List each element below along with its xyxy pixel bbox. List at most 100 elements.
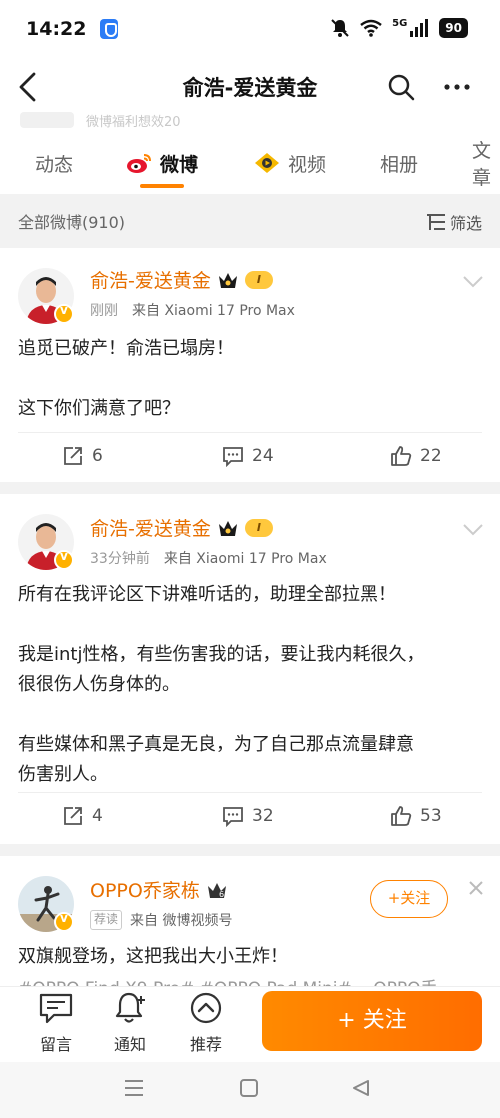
tab-dongtai[interactable]: 动态: [35, 134, 73, 192]
tab-video[interactable]: 视频: [254, 134, 326, 192]
post-time: 刚刚: [90, 303, 118, 319]
search-button[interactable]: [386, 72, 416, 102]
filter-label: 筛选: [449, 214, 482, 233]
like-button[interactable]: 22: [390, 445, 442, 467]
comment-icon: [223, 807, 243, 827]
recommended-post[interactable]: OPPO乔家栋 6 荐读 来自 微博视频号 +关注 双旗舰登场，这把我出大小王炸…: [0, 856, 500, 986]
post-menu-button[interactable]: [462, 274, 484, 288]
scrolled-profile-info: 微博福利想效20: [20, 110, 181, 130]
post-hashtags[interactable]: #OPPO Find X9 Pro# #OPPO Pad Mini# ▭OPPO…: [18, 974, 438, 986]
status-bar: 14:22 5G 90: [0, 0, 500, 58]
more-button[interactable]: [442, 72, 472, 102]
tab-label: 微博: [160, 153, 199, 176]
more-dots-icon: [444, 84, 470, 90]
share-icon: [64, 447, 82, 465]
recommend-label: 推荐: [189, 1035, 222, 1054]
post-source: 来自 Xiaomi 17 Pro Max: [163, 551, 327, 567]
tab-album[interactable]: 相册: [380, 134, 418, 192]
message-button[interactable]: 留言: [26, 991, 86, 1055]
comment-button[interactable]: 32: [222, 805, 274, 827]
tab-label: 视频: [288, 153, 327, 176]
crown-icon: [218, 272, 237, 288]
author-row: 俞浩-爱送黄金 I: [90, 514, 273, 541]
post-time: 33分钟前: [90, 551, 150, 567]
divider: [18, 432, 482, 433]
status-time: 14:22: [26, 18, 87, 40]
post-actions: 6 24 22: [0, 436, 500, 476]
post-line: [18, 700, 482, 730]
weibo-post[interactable]: 俞浩-爱送黄金 I 刚刚 来自 Xiaomi 17 Pro Max 追觅已破产！…: [0, 248, 500, 482]
home-button[interactable]: [240, 1079, 258, 1097]
share-icon: [64, 807, 82, 825]
share-button[interactable]: 6: [62, 445, 103, 467]
recommended-tag: 荐读: [90, 910, 123, 930]
follow-button[interactable]: +关注: [370, 880, 448, 918]
filter-button[interactable]: 筛选: [426, 210, 482, 234]
author-name[interactable]: 俞浩-爱送黄金: [90, 266, 211, 293]
post-text: 所有在我评论区下讲难听话的，助理全部拉黑！ 我是intj性格，有些伤害我的话，要…: [18, 580, 482, 790]
recommend-button[interactable]: 推荐: [176, 991, 236, 1055]
system-navigation-bar: [0, 1062, 500, 1118]
author-name[interactable]: 俞浩-爱送黄金: [90, 514, 211, 541]
bell-plus-icon: [115, 992, 145, 1023]
video-icon: [255, 153, 279, 173]
verified-badge: [54, 911, 74, 932]
wifi-icon: [360, 19, 382, 37]
post-menu-button[interactable]: [462, 522, 484, 536]
post-line: 双旗舰登场，这把我出大小王炸！: [18, 946, 288, 967]
post-line: 我是intj性格，有些伤害我的话，要让我内耗很久，: [18, 644, 425, 665]
triangle-back-icon: [353, 1080, 369, 1096]
post-separator: [0, 482, 500, 494]
tab-label: 动态: [35, 153, 74, 176]
filter-bar: 全部微博(910) 筛选: [0, 194, 500, 248]
network-label: 5G: [392, 17, 408, 29]
security-shield-icon: [100, 19, 119, 39]
share-button[interactable]: 4: [62, 805, 103, 827]
page-title: 俞浩-爱送黄金: [182, 76, 318, 100]
author-row: 俞浩-爱送黄金 I: [90, 266, 273, 293]
post-meta: 刚刚 来自 Xiaomi 17 Pro Max: [90, 300, 295, 320]
post-meta: 33分钟前 来自 Xiaomi 17 Pro Max: [90, 548, 327, 568]
comment-button[interactable]: 24: [222, 445, 274, 467]
comment-count: 32: [252, 806, 274, 826]
tab-weibo[interactable]: 微博: [126, 134, 198, 192]
recent-apps-button[interactable]: [124, 1079, 144, 1097]
divider: [18, 792, 482, 793]
share-count: 4: [92, 806, 103, 826]
ghost-placeholder: [20, 112, 74, 128]
post-separator: [0, 844, 500, 856]
post-line: 有些媒体和黑子真是无良，为了自己那点流量肆意: [18, 734, 414, 755]
post-line: 追觅已破产！俞浩已塌房！: [18, 338, 234, 359]
weibo-logo-icon: [127, 154, 151, 173]
post-line: [18, 610, 482, 640]
weibo-post[interactable]: 俞浩-爱送黄金 I 33分钟前 来自 Xiaomi 17 Pro Max 所有在…: [0, 494, 500, 844]
menu-icon: [125, 1080, 143, 1096]
message-icon: [39, 993, 73, 1024]
dismiss-button[interactable]: [468, 880, 484, 896]
bottom-action-bar: 留言 通知 推荐 + 关注: [0, 986, 500, 1062]
system-back-button[interactable]: [352, 1079, 370, 1097]
tab-article[interactable]: 文章: [472, 134, 500, 192]
post-actions: 4 32 53: [0, 796, 500, 836]
thumbs-up-icon: [391, 806, 412, 826]
like-button[interactable]: 53: [390, 805, 442, 827]
post-line: 这下你们满意了吧？: [18, 398, 180, 419]
verified-badge: [54, 549, 74, 570]
author-name[interactable]: OPPO乔家栋: [90, 876, 200, 903]
chevron-down-icon: [463, 276, 483, 288]
post-text: 追觅已破产！俞浩已塌房！ 这下你们满意了吧？: [18, 334, 482, 424]
notify-button[interactable]: 通知: [100, 991, 160, 1055]
ghost-text: 微博福利想效20: [86, 114, 181, 130]
level-badge: I: [244, 270, 273, 289]
verified-badge: [54, 303, 74, 324]
search-icon: [388, 74, 415, 101]
like-count: 53: [420, 806, 442, 826]
message-label: 留言: [39, 1035, 72, 1054]
post-source: 来自 Xiaomi 17 Pro Max: [132, 303, 295, 319]
thumbs-up-icon: [391, 446, 412, 466]
follow-main-button[interactable]: + 关注: [262, 991, 482, 1051]
post-meta: 荐读 来自 微博视频号: [90, 910, 232, 930]
profile-tabs: 动态 微博 视频 相册 文章: [0, 134, 500, 192]
member-badge-icon: 6: [207, 882, 226, 899]
tab-label: 文章: [472, 140, 492, 189]
